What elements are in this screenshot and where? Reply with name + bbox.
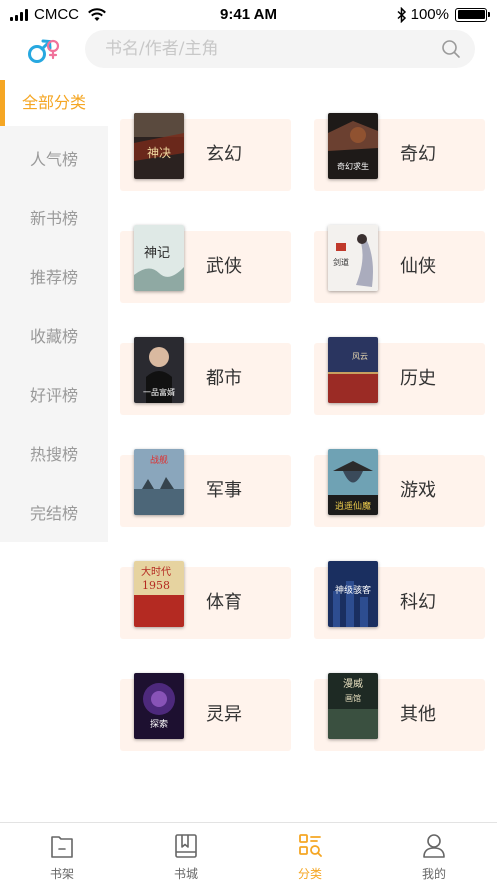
svg-text:神记: 神记 [144, 246, 170, 261]
header [0, 28, 497, 78]
status-bar: CMCC 9:41 AM 100% [0, 0, 497, 30]
category-icon [299, 834, 322, 857]
tab-category[interactable]: 分类 [248, 823, 372, 884]
book-cover: 剑道 [328, 225, 378, 291]
category-label: 灵异 [206, 704, 242, 725]
sidebar-item-trending[interactable]: 热搜榜 [0, 432, 108, 478]
svg-text:战舰: 战舰 [150, 454, 168, 466]
book-cover: 探索 [134, 673, 184, 739]
bluetooth-icon [397, 6, 406, 23]
book-cover: 神级骇客 [328, 561, 378, 627]
category-card-kehuan[interactable]: 神级骇客 科幻 [314, 561, 485, 639]
sidebar-item-recommended[interactable]: 推荐榜 [0, 255, 108, 301]
book-cover: 逍遥仙魔 [328, 449, 378, 515]
category-card-dushi[interactable]: 一品富婿 都市 [120, 337, 291, 415]
sidebar-item-top-rated[interactable]: 好评榜 [0, 373, 108, 419]
category-card-youxi[interactable]: 逍遥仙魔 游戏 [314, 449, 485, 527]
tab-label: 书架 [49, 867, 74, 881]
svg-text:1958: 1958 [142, 579, 170, 592]
book-cover: 战舰 [134, 449, 184, 515]
category-grid: 神决 玄幻 奇幻求生 奇幻 神记 武侠 剑道 仙侠 一品富婿 都市 风云 历史 … [108, 80, 497, 822]
status-right: 100% [397, 6, 490, 23]
book-cover: 奇幻求生 [328, 113, 378, 179]
book-cover: 一品富婿 [134, 337, 184, 403]
category-card-lishi[interactable]: 风云 历史 [314, 337, 485, 415]
svg-text:风云: 风云 [352, 352, 368, 361]
sidebar-item-completed[interactable]: 完结榜 [0, 491, 108, 537]
search-bar[interactable] [85, 30, 475, 68]
sidebar-item-all[interactable]: 全部分类 [0, 80, 108, 126]
book-cover: 神记 [134, 225, 184, 291]
tab-label: 分类 [297, 867, 322, 881]
battery-percent: 100% [410, 6, 449, 23]
svg-text:画馆: 画馆 [345, 693, 361, 703]
svg-text:大时代: 大时代 [141, 565, 171, 578]
search-input[interactable] [105, 30, 435, 68]
book-cover: 风云 [328, 337, 378, 403]
svg-text:一品富婿: 一品富婿 [143, 387, 175, 397]
category-card-lingyi[interactable]: 探索 灵异 [120, 673, 291, 751]
sidebar-item-favorites[interactable]: 收藏榜 [0, 314, 108, 360]
svg-text:漫威: 漫威 [343, 677, 363, 690]
tab-profile[interactable]: 我的 [372, 823, 496, 884]
book-cover: 神决 [134, 113, 184, 179]
category-label: 仙侠 [400, 256, 436, 277]
category-card-junshi[interactable]: 战舰 军事 [120, 449, 291, 527]
book-cover: 漫威 画馆 [328, 673, 378, 739]
tab-bookshelf[interactable]: 书架 [0, 823, 124, 884]
category-card-qihuan[interactable]: 奇幻求生 奇幻 [314, 113, 485, 191]
category-label: 游戏 [400, 480, 436, 501]
tab-bookstore[interactable]: 书城 [124, 823, 248, 884]
svg-text:神决: 神决 [147, 146, 171, 160]
category-card-qita[interactable]: 漫威 画馆 其他 [314, 673, 485, 751]
category-label: 武侠 [206, 256, 242, 277]
gender-switch-icon[interactable] [26, 36, 62, 66]
category-sidebar: 全部分类 人气榜 新书榜 推荐榜 收藏榜 好评榜 热搜榜 完结榜 [0, 80, 108, 542]
svg-text:奇幻求生: 奇幻求生 [337, 161, 369, 171]
tab-label: 我的 [421, 867, 446, 881]
book-cover: 大时代 1958 [134, 561, 184, 627]
category-label: 玄幻 [206, 144, 242, 165]
category-label: 体育 [206, 592, 242, 613]
battery-icon [455, 7, 490, 22]
bookstore-icon [175, 834, 197, 858]
sidebar-item-popular[interactable]: 人气榜 [0, 137, 108, 183]
category-label: 科幻 [400, 592, 436, 613]
svg-text:神级骇客: 神级骇客 [335, 584, 371, 596]
category-label: 奇幻 [400, 144, 436, 165]
category-label: 军事 [206, 480, 242, 501]
svg-text:探索: 探索 [150, 718, 168, 730]
category-card-tiyu[interactable]: 大时代 1958 体育 [120, 561, 291, 639]
category-card-wuxia[interactable]: 神记 武侠 [120, 225, 291, 303]
bookshelf-icon [51, 836, 73, 858]
profile-icon [423, 834, 445, 858]
search-icon[interactable] [441, 39, 461, 59]
category-label: 都市 [206, 368, 242, 389]
category-card-xuanhuan[interactable]: 神决 玄幻 [120, 113, 291, 191]
svg-text:剑道: 剑道 [333, 257, 349, 267]
sidebar-item-new[interactable]: 新书榜 [0, 196, 108, 242]
category-label: 其他 [400, 704, 436, 725]
category-label: 历史 [400, 368, 436, 389]
bottom-tab-bar: 书架 书城 分类 我的 [0, 822, 497, 883]
category-card-xianxia[interactable]: 剑道 仙侠 [314, 225, 485, 303]
svg-text:逍遥仙魔: 逍遥仙魔 [335, 500, 371, 512]
tab-label: 书城 [173, 867, 198, 881]
